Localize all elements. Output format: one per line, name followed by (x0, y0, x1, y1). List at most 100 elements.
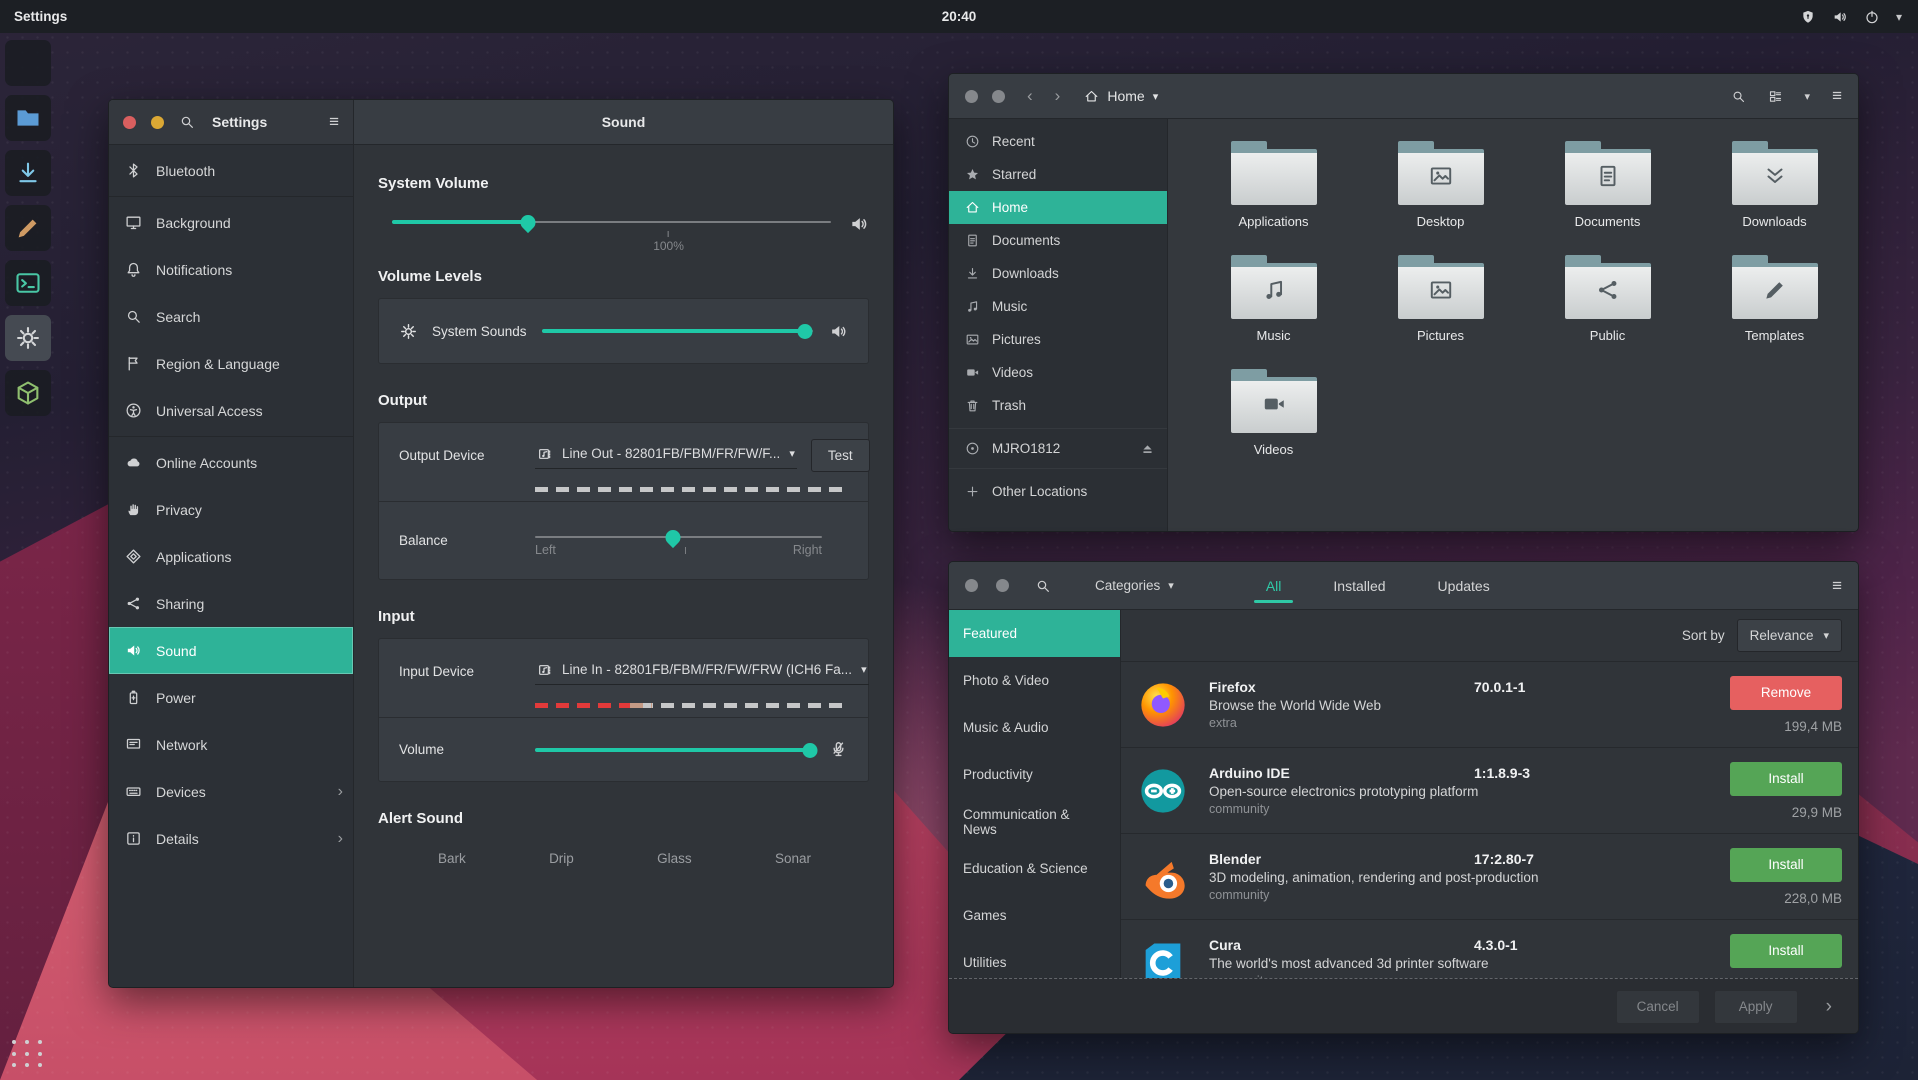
app-grid-button[interactable] (12, 1040, 46, 1070)
software-category[interactable]: Featured (949, 610, 1120, 657)
software-category[interactable]: Photo & Video (949, 657, 1120, 704)
files-sidebar-item[interactable]: Videos (949, 356, 1167, 389)
app-row[interactable]: Arduino IDE 1:1.8.9-3 Open-source electr… (1121, 747, 1858, 833)
files-sidebar-item[interactable]: Documents (949, 224, 1167, 257)
files-sidebar-item[interactable]: Trash (949, 389, 1167, 422)
folder-item[interactable]: Documents (1538, 141, 1678, 229)
app-action-button[interactable]: Install (1730, 934, 1842, 968)
sidebar-item[interactable]: Notifications (109, 246, 353, 293)
dock-item[interactable] (5, 260, 51, 306)
sidebar-item[interactable]: Sharing (109, 580, 353, 627)
power-icon[interactable] (1864, 9, 1880, 25)
window-button[interactable] (965, 90, 978, 103)
back-icon[interactable]: ‹ (1027, 86, 1033, 106)
dock-item[interactable] (5, 315, 51, 361)
dock-item[interactable] (5, 370, 51, 416)
dock-item[interactable] (5, 95, 51, 141)
slider-handle[interactable] (803, 743, 818, 758)
alert-sound-option[interactable]: Sonar (775, 851, 811, 866)
clock[interactable]: 20:40 (942, 9, 977, 24)
software-category[interactable]: Productivity (949, 751, 1120, 798)
sidebar-item[interactable]: Privacy (109, 486, 353, 533)
software-category[interactable]: Music & Audio (949, 704, 1120, 751)
sidebar-item[interactable]: Sound (109, 627, 353, 674)
folder-item[interactable]: Desktop (1371, 141, 1511, 229)
folder-item[interactable]: Downloads (1705, 141, 1845, 229)
sidebar-item[interactable]: Region & Language (109, 340, 353, 387)
input-device-dropdown[interactable]: Line In - 82801FB/FBM/FR/FW/FRW (ICH6 Fa… (535, 658, 869, 685)
menu-icon[interactable]: ≡ (329, 112, 339, 132)
files-sidebar-item[interactable]: Other Locations (949, 475, 1167, 508)
system-volume-slider[interactable] (392, 214, 831, 230)
close-button[interactable] (123, 116, 136, 129)
folder-item[interactable]: Public (1538, 255, 1678, 343)
window-button[interactable] (992, 90, 1005, 103)
minimize-button[interactable] (151, 116, 164, 129)
files-sidebar-item[interactable]: Pictures (949, 323, 1167, 356)
sort-dropdown[interactable]: Relevance ▾ (1737, 619, 1842, 652)
app-row[interactable]: Cura 4.3.0-1 The world's most advanced 3… (1121, 919, 1858, 978)
files-sidebar-item[interactable]: Home (949, 191, 1167, 224)
slider-handle[interactable] (662, 526, 683, 547)
system-sounds-slider[interactable] (542, 323, 813, 339)
slider-handle[interactable] (797, 324, 812, 339)
folder-item[interactable]: Pictures (1371, 255, 1511, 343)
expand-chevron-icon[interactable]: › (1826, 996, 1832, 1018)
location-button[interactable]: Home ▾ (1084, 88, 1158, 104)
search-icon[interactable] (1731, 89, 1746, 104)
menu-icon[interactable]: ≡ (1832, 576, 1842, 596)
sidebar-item[interactable]: Bluetooth (109, 147, 353, 194)
eject-icon[interactable] (1140, 441, 1155, 456)
app-action-button[interactable]: Install (1730, 848, 1842, 882)
sidebar-item[interactable]: Network (109, 721, 353, 768)
output-device-dropdown[interactable]: Line Out - 82801FB/FBM/FR/FW/F... ▾ (535, 442, 797, 469)
alert-sound-option[interactable]: Bark (438, 851, 466, 866)
menu-icon[interactable]: ≡ (1832, 86, 1842, 106)
software-category[interactable]: Communication & News (949, 798, 1120, 845)
sidebar-item[interactable]: Devices › (109, 768, 353, 815)
folder-item[interactable]: Templates (1705, 255, 1845, 343)
active-app-menu[interactable]: Settings (0, 0, 81, 33)
search-icon[interactable] (1035, 578, 1051, 594)
software-category[interactable]: Utilities (949, 939, 1120, 978)
folder-item[interactable]: Music (1204, 255, 1344, 343)
files-sidebar-item[interactable]: Downloads (949, 257, 1167, 290)
alert-sound-option[interactable]: Glass (657, 851, 692, 866)
balance-slider[interactable]: Left Right (535, 529, 822, 545)
software-tab[interactable]: Updates (1412, 562, 1516, 609)
window-button[interactable] (996, 579, 1009, 592)
sidebar-item[interactable]: Background (109, 199, 353, 246)
app-row[interactable]: Blender 17:2.80-7 3D modeling, animation… (1121, 833, 1858, 919)
categories-dropdown[interactable]: Categories ▾ (1095, 578, 1174, 593)
tray-caret-icon[interactable]: ▾ (1896, 10, 1902, 24)
sidebar-item[interactable]: Details › (109, 815, 353, 862)
sidebar-item[interactable]: Power (109, 674, 353, 721)
sidebar-item[interactable]: Applications (109, 533, 353, 580)
sidebar-item[interactable]: Search (109, 293, 353, 340)
view-options-caret-icon[interactable]: ▾ (1805, 90, 1811, 103)
app-action-button[interactable]: Install (1730, 762, 1842, 796)
forward-icon[interactable]: › (1055, 86, 1061, 106)
dock-item[interactable] (5, 205, 51, 251)
alert-sound-option[interactable]: Drip (549, 851, 574, 866)
test-speakers-button[interactable]: Test (811, 439, 870, 472)
files-sidebar-item[interactable]: Recent (949, 125, 1167, 158)
apply-button[interactable]: Apply (1714, 990, 1798, 1024)
software-category[interactable]: Games (949, 892, 1120, 939)
search-icon[interactable] (179, 114, 195, 130)
input-volume-slider[interactable] (535, 742, 813, 758)
files-sidebar-item[interactable]: MJRO1812 (949, 428, 1167, 469)
window-button[interactable] (965, 579, 978, 592)
folder-item[interactable]: Applications (1204, 141, 1344, 229)
software-category[interactable]: Education & Science (949, 845, 1120, 892)
folder-item[interactable]: Videos (1204, 369, 1344, 457)
view-toggle-icon[interactable] (1768, 89, 1783, 104)
cancel-button[interactable]: Cancel (1616, 990, 1700, 1024)
privacy-shield-icon[interactable] (1800, 9, 1816, 25)
dock-item[interactable] (5, 40, 51, 86)
software-tab[interactable]: All (1240, 562, 1308, 609)
files-sidebar-item[interactable]: Music (949, 290, 1167, 323)
sidebar-item[interactable]: Online Accounts (109, 439, 353, 486)
app-row[interactable]: Firefox 70.0.1-1 Browse the World Wide W… (1121, 661, 1858, 747)
files-sidebar-item[interactable]: Starred (949, 158, 1167, 191)
